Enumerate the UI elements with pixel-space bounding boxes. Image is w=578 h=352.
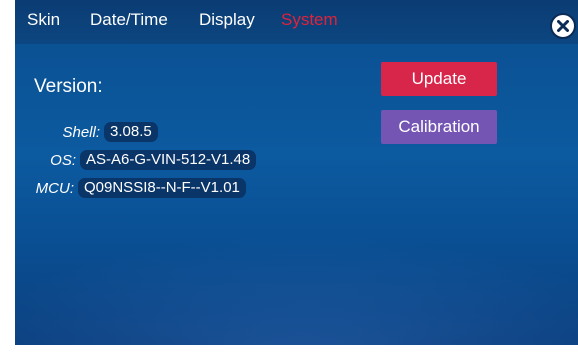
mcu-label: MCU:: [35, 180, 74, 197]
tab-skin[interactable]: Skin: [27, 10, 60, 30]
os-label: OS:: [50, 152, 76, 169]
mcu-value: Q09NSSI8--N-F--V1.01: [78, 178, 246, 198]
shell-label: Shell:: [62, 124, 100, 141]
version-row-shell: Shell: 3.08.5: [15, 122, 355, 142]
settings-screen: Skin Date/Time Display System Version: S…: [15, 0, 578, 345]
version-row-os: OS: AS-A6-G-VIN-512-V1.48: [15, 150, 355, 170]
version-title: Version:: [34, 76, 103, 97]
shell-value: 3.08.5: [104, 122, 158, 142]
tab-date-time[interactable]: Date/Time: [90, 10, 168, 30]
tab-display[interactable]: Display: [199, 10, 255, 30]
calibration-button[interactable]: Calibration: [381, 110, 497, 144]
version-row-mcu: MCU: Q09NSSI8--N-F--V1.01: [15, 178, 355, 198]
os-value: AS-A6-G-VIN-512-V1.48: [80, 150, 257, 170]
tab-system[interactable]: System: [281, 10, 338, 30]
tab-bar: Skin Date/Time Display System: [15, 0, 578, 44]
close-button[interactable]: [550, 13, 576, 39]
close-x-icon: [557, 20, 569, 32]
update-button[interactable]: Update: [381, 62, 497, 96]
